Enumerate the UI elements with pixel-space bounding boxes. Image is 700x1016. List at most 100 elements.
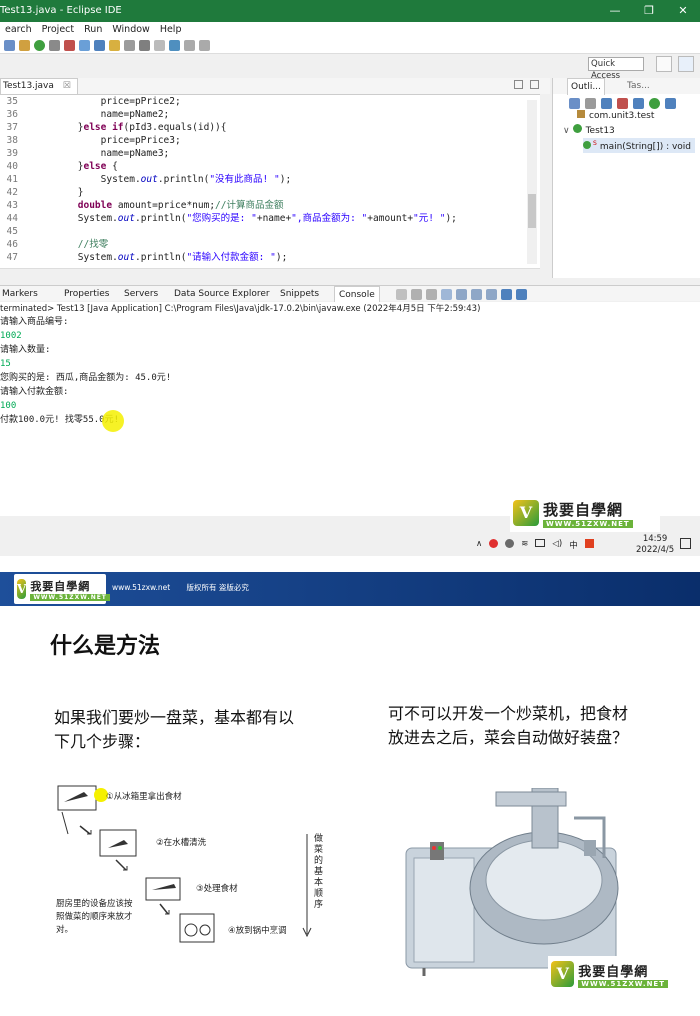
main-toolbar [0, 38, 700, 54]
external-tools-icon[interactable] [64, 40, 75, 51]
menu-search[interactable]: earch [0, 22, 37, 38]
menu-project[interactable]: Project [37, 22, 80, 38]
tab-outline[interactable]: Outli... [567, 78, 605, 95]
display-console-icon[interactable] [501, 289, 512, 300]
run-icon[interactable] [34, 40, 45, 51]
battery-icon[interactable] [535, 539, 546, 547]
new-icon[interactable] [4, 40, 15, 51]
editor-tab-label: Test13.java [3, 81, 54, 91]
new-java-project-icon[interactable] [79, 40, 90, 51]
eclipse-window: Test13.java - Eclipse IDE — ❐ ✕ earch Pr… [0, 0, 700, 556]
editor-scroll-thumb[interactable] [528, 194, 536, 228]
app-tray-icon[interactable] [584, 539, 594, 548]
ime-icon[interactable]: 中 [569, 539, 578, 551]
remove-launch-icon[interactable] [411, 289, 422, 300]
outline-method-main[interactable]: Smain(String[]) : void [583, 138, 696, 153]
vertical-label: 做菜的基本顺序 [314, 834, 324, 910]
clear-console-icon[interactable] [441, 289, 452, 300]
tab-servers[interactable]: Servers [124, 286, 158, 302]
open-type-icon[interactable] [109, 40, 120, 51]
editor-tab-test13[interactable]: Test13.java ☒ [0, 78, 78, 94]
menu-help[interactable]: Help [155, 22, 187, 38]
volume-icon[interactable]: ◁) [552, 539, 562, 551]
method-icon [583, 141, 591, 149]
kitchen-note: 厨房里的设备应该按照做菜的顺序来放才对。 [56, 899, 133, 935]
editor-horizontal-scrollbar[interactable] [0, 268, 540, 278]
package-icon [577, 110, 585, 118]
tab-snippets[interactable]: Snippets [280, 286, 319, 302]
back-icon[interactable] [184, 40, 195, 51]
outline-class-test13[interactable]: ∨ Test13 [563, 124, 615, 137]
tray-clock[interactable]: 14:59 2022/4/5 [636, 534, 674, 556]
hide-fields-icon[interactable] [601, 98, 612, 109]
hide-static-icon[interactable] [617, 98, 628, 109]
sort-icon[interactable] [585, 98, 596, 109]
window-title: Test13.java - Eclipse IDE [0, 5, 122, 16]
link-editor-icon[interactable] [665, 98, 676, 109]
editor-tab-close-icon[interactable]: ☒ [63, 81, 71, 91]
code-line: 40 }else { [6, 161, 118, 172]
menu-window[interactable]: Window [107, 22, 154, 38]
show-hidden-icon[interactable]: ∧ [476, 539, 482, 551]
console-input-line: 100 [0, 401, 17, 411]
tab-console[interactable]: Console [334, 286, 380, 303]
forward-icon[interactable] [199, 40, 210, 51]
open-perspective-icon[interactable] [656, 56, 672, 72]
maximize-editor-icon[interactable] [530, 80, 539, 89]
outline-package[interactable]: com.unit3.test [577, 110, 654, 122]
code-editor[interactable]: 35 price=pPrice2; 36 name=pName2; 37 }el… [0, 94, 540, 270]
java-perspective-icon[interactable] [678, 56, 694, 72]
code-line: 45 [6, 226, 18, 237]
minimize-button[interactable]: — [598, 0, 632, 22]
menu-bar: earch Project Run Window Help [0, 22, 700, 38]
banner-logo-url: WWW.51ZXW.NET [30, 593, 110, 601]
minimize-editor-icon[interactable] [514, 80, 523, 89]
tab-data-source-explorer[interactable]: Data Source Explorer [174, 286, 270, 302]
word-wrap-icon[interactable] [471, 289, 482, 300]
console-input-line: 1002 [0, 331, 22, 341]
quick-access-input[interactable]: Quick Access [588, 57, 644, 81]
tab-properties[interactable]: Properties [64, 286, 109, 302]
console-launch-info: terminated> Test13 [Java Application] C:… [0, 302, 700, 316]
hide-nonpublic-icon[interactable] [633, 98, 644, 109]
console-line: 请输入付款金额: [0, 387, 69, 397]
terminate-icon[interactable] [396, 289, 407, 300]
outline-toolbar [569, 98, 676, 109]
annotation-icon[interactable] [139, 40, 150, 51]
open-console-icon[interactable] [516, 289, 527, 300]
code-line: 38 price=pPrice3; [6, 135, 181, 146]
scroll-lock-icon[interactable] [456, 289, 467, 300]
hide-local-types-icon[interactable] [649, 98, 660, 109]
notification-icon[interactable] [680, 538, 691, 549]
pin-icon[interactable] [154, 40, 165, 51]
remove-all-icon[interactable] [426, 289, 437, 300]
save-icon[interactable] [19, 40, 30, 51]
new-package-icon[interactable] [94, 40, 105, 51]
console-toolbar [396, 289, 527, 300]
close-button[interactable]: ✕ [666, 0, 700, 22]
step-4: ④放到锅中烹调 [228, 926, 287, 936]
maximize-button[interactable]: ❐ [632, 0, 666, 22]
editor-vertical-scrollbar[interactable] [527, 100, 537, 264]
security-icon[interactable] [489, 539, 499, 548]
debug-icon[interactable] [49, 40, 60, 51]
slide-logo-v-icon: V [551, 961, 575, 987]
expand-chevron-icon[interactable]: ∨ [563, 126, 570, 136]
console-input-line: 15 [0, 359, 11, 369]
cloud-icon[interactable] [505, 539, 515, 548]
outline-view: Outli... Tas... com.unit3.test ∨ Test13 S… [552, 78, 700, 278]
menu-run[interactable]: Run [79, 22, 107, 38]
code-line: 36 name=pName2; [6, 109, 170, 120]
wifi-icon[interactable]: ≋ [521, 539, 528, 551]
search-icon[interactable] [124, 40, 135, 51]
tab-tasks[interactable]: Tas... [627, 78, 650, 94]
pin-console-icon[interactable] [486, 289, 497, 300]
bottom-tab-bar: Markers Properties Servers Data Source E… [0, 285, 700, 303]
code-line: 41 System.out.println("没有此商品! "); [6, 174, 292, 185]
globe-icon[interactable] [169, 40, 180, 51]
code-line: 44 System.out.println("您购买的是: "+name+",商… [6, 213, 457, 224]
tab-markers[interactable]: Markers [2, 286, 38, 302]
class-icon [572, 124, 582, 133]
collapse-all-icon[interactable] [569, 98, 580, 109]
logo-url: WWW.51ZXW.NET [543, 519, 633, 528]
